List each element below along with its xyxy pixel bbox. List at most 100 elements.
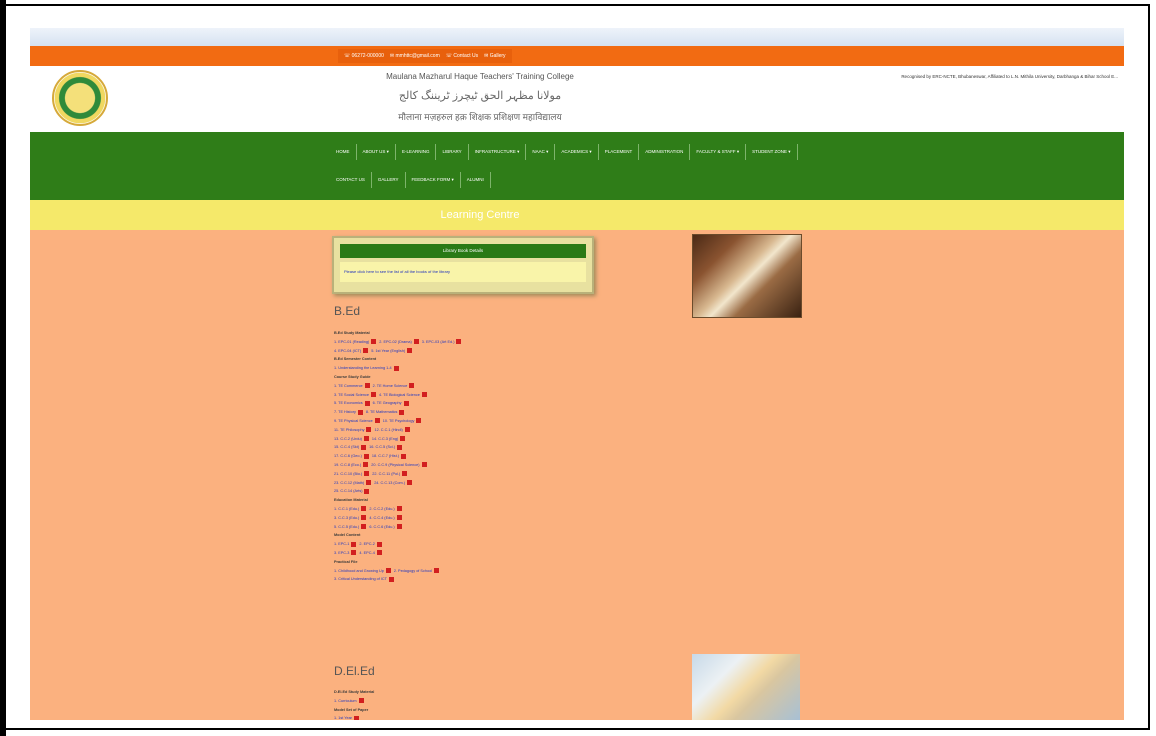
resource-link[interactable]: 10. TE Psychology (383, 419, 415, 423)
resource-link[interactable]: 1. EPC-1 (334, 542, 349, 546)
resource-link[interactable]: 15. C.C.4 (Skt) (334, 445, 359, 449)
resource-link[interactable]: 4. EPC-4 (359, 551, 374, 555)
notice-link[interactable]: Please click here to see the list of all… (340, 262, 586, 282)
resource-link[interactable]: 22. C.C.11 (Pol.) (372, 472, 400, 476)
resource-link[interactable]: 3. TE Social Science (334, 393, 369, 397)
resource-link[interactable]: 3. EPC-03 (Art Ed.) (422, 340, 455, 344)
resource-link[interactable]: 24. C.C.13 (Com.) (374, 481, 405, 485)
resource-link[interactable]: 14. C.C.3 (Eng) (372, 437, 398, 441)
resource-link[interactable]: 4. C.C.4 (Edu.) (369, 516, 394, 520)
nav-item[interactable]: ADMINISTRATION (639, 144, 691, 160)
resource-link[interactable]: 16. C.C.5 (Sci.) (369, 445, 395, 449)
resource-link[interactable]: 1. 1st Year (334, 716, 352, 720)
nav-item[interactable]: FACULTY & STAFF ▾ (690, 144, 747, 160)
pdf-icon[interactable] (434, 568, 440, 574)
pdf-icon[interactable] (401, 453, 407, 459)
resource-link[interactable]: 17. C.C.6 (Geo.) (334, 454, 362, 458)
resource-link[interactable]: 3. EPC-3 (334, 551, 349, 555)
pdf-icon[interactable] (403, 400, 409, 406)
pdf-icon[interactable] (364, 488, 370, 494)
pdf-icon[interactable] (363, 462, 369, 468)
pdf-icon[interactable] (407, 480, 412, 486)
resource-link[interactable]: 1. C.C.1 (Edu.) (334, 507, 359, 511)
pdf-icon[interactable] (351, 550, 357, 556)
resource-link[interactable]: 4. TE Biological Science (379, 393, 420, 397)
resource-link[interactable]: 3. Critical Understanding of ICT (334, 577, 387, 581)
pdf-icon[interactable] (421, 462, 427, 468)
resource-link[interactable]: 2. EPC-02 (Drama) (379, 340, 412, 344)
nav-item[interactable]: NAAC ▾ (526, 144, 556, 160)
resource-link[interactable]: 7. TE History (334, 410, 356, 414)
pdf-icon[interactable] (371, 339, 377, 345)
pdf-icon[interactable] (400, 436, 406, 442)
resource-link[interactable]: 1. EPC-01 (Reading) (334, 340, 369, 344)
pdf-icon[interactable] (407, 348, 413, 354)
pdf-icon[interactable] (376, 550, 382, 556)
contact-link[interactable]: ☏ Contact Us (446, 53, 478, 59)
pdf-icon[interactable] (358, 698, 364, 704)
pdf-icon[interactable] (404, 427, 410, 433)
pdf-icon[interactable] (393, 365, 399, 371)
nav-item[interactable]: GALLERY (372, 172, 406, 188)
pdf-icon[interactable] (396, 515, 402, 521)
resource-link[interactable]: 6. TE Geography (373, 401, 402, 405)
pdf-icon[interactable] (376, 541, 382, 547)
nav-item[interactable]: LIBRARY (436, 144, 469, 160)
pdf-icon[interactable] (456, 339, 462, 345)
pdf-icon[interactable] (385, 568, 391, 574)
email-link[interactable]: ✉ mmhttc@gmail.com (390, 53, 440, 59)
resource-link[interactable]: 1. Childhood and Growing Up (334, 569, 384, 573)
resource-link[interactable]: 8. TE Mathematics (366, 410, 398, 414)
pdf-icon[interactable] (396, 524, 402, 530)
resource-link[interactable]: 2. EPC-2 (359, 542, 374, 546)
resource-link[interactable]: 18. C.C.7 (Hist.) (372, 454, 399, 458)
resource-link[interactable]: 6. C.C.6 (Edu.) (369, 525, 394, 529)
nav-item[interactable]: PLACEMENT (599, 144, 640, 160)
resource-link[interactable]: 2. Pedagogy of School (394, 569, 432, 573)
nav-item[interactable]: INFRASTRUCTURE ▾ (469, 144, 527, 160)
pdf-icon[interactable] (402, 471, 408, 477)
pdf-icon[interactable] (364, 400, 370, 406)
pdf-icon[interactable] (361, 515, 367, 521)
nav-item[interactable]: ABOUT US ▾ (357, 144, 396, 160)
resource-link[interactable]: 11. TE Philosophy (334, 428, 364, 432)
pdf-icon[interactable] (351, 541, 357, 547)
resource-link[interactable]: 2. TE Home Science (373, 384, 408, 388)
pdf-icon[interactable] (361, 524, 367, 530)
nav-item[interactable]: ACADEMICS ▾ (555, 144, 599, 160)
pdf-icon[interactable] (364, 471, 370, 477)
pdf-icon[interactable] (357, 409, 363, 415)
pdf-icon[interactable] (397, 444, 403, 450)
resource-link[interactable]: 9. TE Physical Science (334, 419, 373, 423)
resource-link[interactable]: 25. C.C.14 (Arts) (334, 489, 362, 493)
pdf-icon[interactable] (361, 506, 367, 512)
resource-link[interactable]: 21. C.C.10 (Bio.) (334, 472, 362, 476)
resource-link[interactable]: 20. C.C.9 (Physical Science) (371, 463, 419, 467)
gallery-link[interactable]: ✉ Gallery (484, 53, 505, 59)
resource-link[interactable]: 2. C.C.2 (Edu.) (369, 507, 394, 511)
nav-item[interactable]: HOME (330, 144, 357, 160)
pdf-icon[interactable] (388, 576, 394, 582)
nav-item[interactable]: STUDENT ZONE ▾ (746, 144, 798, 160)
pdf-icon[interactable] (363, 453, 369, 459)
resource-link[interactable]: 4. EPC-04 (ICT) (334, 349, 361, 353)
resource-link[interactable]: 13. C.C.2 (Urdu) (334, 437, 362, 441)
pdf-icon[interactable] (353, 715, 359, 720)
pdf-icon[interactable] (413, 339, 419, 345)
resource-link[interactable]: 1. Curriculum (334, 699, 357, 703)
pdf-icon[interactable] (409, 383, 415, 389)
resource-link[interactable]: 19. C.C.8 (Eco.) (334, 463, 361, 467)
resource-link[interactable]: 12. C.C.1 (Hindi) (374, 428, 402, 432)
resource-link[interactable]: 1. TE Commerce (334, 384, 363, 388)
pdf-icon[interactable] (363, 436, 369, 442)
college-logo[interactable] (52, 70, 108, 126)
resource-link[interactable]: 1. Understanding the Learning 1-4 (334, 366, 392, 370)
resource-link[interactable]: 3. C.C.3 (Edu.) (334, 516, 359, 520)
pdf-icon[interactable] (361, 444, 367, 450)
pdf-icon[interactable] (366, 427, 372, 433)
pdf-icon[interactable] (364, 383, 370, 389)
pdf-icon[interactable] (399, 409, 405, 415)
nav-item[interactable]: ALUMNI (461, 172, 491, 188)
nav-item[interactable]: CONTACT US (330, 172, 372, 188)
resource-link[interactable]: 5. TE Economics (334, 401, 363, 405)
